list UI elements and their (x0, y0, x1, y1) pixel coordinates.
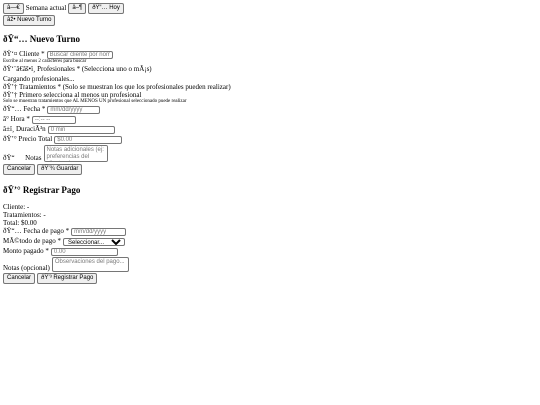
week-navigation: â—€ Semana actual â–¶ ðŸ“… Hoy (3, 3, 537, 14)
payment-amount-label: Monto pagado * (3, 247, 49, 255)
date-label: ðŸ“… Fecha * (3, 105, 46, 113)
payment-form: ðŸ’° Registrar Pago Cliente: - Tratamien… (3, 185, 537, 284)
payment-notes-label: Notas (opcional) (3, 264, 50, 272)
new-turn-title: ðŸ“… Nuevo Turno (3, 34, 81, 44)
payment-notes-textarea[interactable] (51, 257, 129, 272)
payment-amount-input[interactable] (50, 247, 118, 256)
price-label: ðŸ’° Precio Total (3, 135, 53, 143)
app-root: â—€ Semana actual â–¶ ðŸ“… Hoy âž• Nuevo… (0, 0, 540, 287)
payment-client: Cliente: - (3, 203, 30, 211)
price-field-row: ðŸ’° Precio Total (3, 135, 537, 144)
duration-input[interactable] (47, 125, 115, 134)
new-turn-form: ðŸ“… Nuevo Turno ðŸ‘¤ Cliente * Escribe … (3, 34, 537, 175)
price-input[interactable] (54, 135, 123, 144)
payment-notes-row: Notas (opcional) (3, 257, 537, 272)
time-input[interactable] (31, 115, 76, 124)
week-label: Semana actual (25, 4, 67, 12)
save-button[interactable]: ðŸ’¾ Guardar (37, 164, 83, 175)
payment-date-row: ðŸ“… Fecha de pago * (3, 227, 537, 236)
new-turn-button[interactable]: âž• Nuevo Turno (3, 15, 56, 26)
date-field-row: ðŸ“… Fecha * (3, 105, 537, 114)
treatments-label: ðŸ’† Tratamientos * (Solo se muestran lo… (3, 83, 231, 91)
duration-field-row: â±ï¸ DuraciÃ³n (3, 125, 537, 134)
client-search-input[interactable] (46, 50, 113, 59)
payment-treatments: Tratamientos: - (3, 211, 46, 219)
notes-textarea[interactable] (43, 145, 108, 162)
client-field-row: ðŸ‘¤ Cliente * (3, 50, 537, 59)
cancel-button[interactable]: Cancelar (3, 164, 36, 175)
payment-date-label: ðŸ“… Fecha de pago * (3, 227, 70, 235)
prev-week-button[interactable]: â—€ (3, 3, 24, 14)
treatments-empty: ðŸ’† Primero selecciona al menos un prof… (3, 91, 142, 99)
notes-label: ðŸ“ Notas (3, 154, 42, 162)
payment-actions: Cancelar ðŸ’³ Registrar Pago (3, 273, 537, 284)
next-week-button[interactable]: â–¶ (68, 3, 87, 14)
payment-method-select[interactable]: Seleccionar... (63, 237, 126, 246)
client-label: ðŸ‘¤ Cliente * (3, 50, 45, 58)
today-button[interactable]: ðŸ“… Hoy (88, 3, 124, 14)
time-field-row: â° Hora * (3, 115, 537, 124)
payment-title: ðŸ’° Registrar Pago (3, 185, 81, 195)
date-input[interactable] (47, 105, 101, 114)
payment-method-label: MÃ©todo de pago * (3, 237, 62, 245)
professionals-loading: Cargando profesionales... (3, 75, 75, 83)
register-payment-button[interactable]: ðŸ’³ Registrar Pago (37, 273, 98, 284)
payment-date-input[interactable] (71, 227, 127, 236)
payment-amount-row: Monto pagado * (3, 247, 537, 256)
payment-method-row: MÃ©todo de pago * Seleccionar... (3, 237, 537, 246)
notes-field-row: ðŸ“ Notas (3, 145, 537, 162)
payment-total: Total: $0.00 (3, 219, 37, 227)
professionals-label: ðŸ‘¨â€âš•ï¸ Profesionales * (Selecciona … (3, 65, 152, 73)
duration-label: â±ï¸ DuraciÃ³n (3, 125, 46, 133)
time-label: â° Hora * (3, 115, 30, 123)
payment-cancel-button[interactable]: Cancelar (3, 273, 36, 284)
new-turn-actions: Cancelar ðŸ’¾ Guardar (3, 164, 537, 175)
toolbar-actions: âž• Nuevo Turno (3, 15, 537, 26)
